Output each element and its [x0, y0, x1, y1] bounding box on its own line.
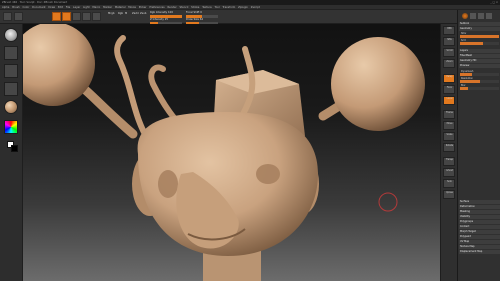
edit-mode-button[interactable] [52, 12, 61, 21]
scale-label: Scale [446, 133, 453, 136]
menu-item[interactable]: Stroke [191, 6, 199, 9]
menu-item[interactable]: Zscript [251, 6, 260, 9]
section-uv-map[interactable]: UV Map [459, 240, 500, 244]
zadd-toggle[interactable]: Zadd [132, 12, 139, 16]
left-shelf [0, 24, 23, 281]
rotate-label: Rotate [445, 144, 454, 147]
menu-item[interactable]: Zplugin [238, 6, 248, 9]
subtool-icon[interactable] [470, 13, 476, 19]
menu-item[interactable]: Movie [128, 6, 136, 9]
section-geometry-hd[interactable]: Geometry HD [459, 59, 500, 63]
rotate-mode-button[interactable] [92, 12, 101, 21]
persp-label: Persp [446, 75, 453, 78]
solo-label: Solo [447, 180, 452, 183]
section-masking[interactable]: Masking [459, 210, 500, 214]
menu-item[interactable]: Texture [202, 6, 212, 9]
draw-mode-button[interactable] [62, 12, 71, 21]
section-contact[interactable]: Contact [459, 225, 500, 229]
section-layers[interactable]: Layers [459, 49, 500, 53]
zoom-label: Zoom [446, 60, 453, 63]
blur-fill [460, 87, 468, 90]
secondary-color-swatch[interactable] [11, 145, 18, 152]
xpose-label: Xpose [446, 191, 453, 194]
tool-thumbnail-icon[interactable] [462, 13, 468, 19]
zsphere-icon[interactable] [486, 13, 492, 19]
move-mode-button[interactable] [72, 12, 81, 21]
menu-item[interactable]: Macro [92, 6, 100, 9]
floor-label: Floor [446, 86, 453, 89]
frame-label: Frame [446, 111, 453, 114]
brush-icon[interactable] [4, 28, 18, 42]
resolution-slider[interactable] [460, 80, 499, 83]
section-geometry[interactable]: Geometry [459, 27, 500, 31]
color-picker[interactable] [4, 120, 18, 134]
smt-fill [460, 42, 484, 45]
bpr-label: BPR [447, 27, 452, 30]
move-label: Move [446, 122, 453, 125]
spix-label: SPix [447, 38, 452, 41]
blur-slider[interactable] [460, 87, 499, 90]
m-toggle[interactable]: M [125, 12, 127, 16]
head [132, 112, 319, 256]
sculpt-viewport [23, 24, 425, 281]
resolution-fill [460, 80, 480, 83]
section-polygroups[interactable]: Polygroups [459, 220, 500, 224]
left-ear-sphere [23, 24, 138, 139]
material-icon[interactable] [4, 100, 18, 114]
section-deformation[interactable]: Deformation [459, 205, 500, 209]
section-preview[interactable]: Preview [459, 64, 500, 68]
section-displacement-map[interactable]: Displacement Map [459, 250, 500, 254]
smt-slider[interactable] [460, 42, 499, 45]
menu-item[interactable]: Color [23, 6, 30, 9]
transp-label: Transp [445, 158, 454, 161]
rgb-toggle[interactable]: Rgb [118, 12, 123, 16]
document-canvas[interactable] [23, 24, 440, 281]
sdiv-slider[interactable] [460, 35, 499, 38]
top-shelf: Mrgb Rgb M Zadd Zsub Rgb Intensity 100 Z… [0, 10, 500, 25]
tool-palette-tray: Subtool Geometry SDiv Smt Layers FiberMe… [457, 10, 500, 281]
viewport[interactable] [23, 24, 440, 281]
right-ear-sphere [318, 37, 425, 131]
brush-cursor [378, 192, 398, 212]
sdiv-fill [460, 35, 499, 38]
menu-item[interactable]: Layer [73, 6, 80, 9]
section-fibermesh[interactable]: FiberMesh [459, 54, 500, 58]
menu-item[interactable]: Picker [139, 6, 147, 9]
mrgb-toggle[interactable]: Mrgb [108, 12, 115, 16]
ghost-label: Ghost [446, 169, 453, 172]
alpha-icon[interactable] [4, 64, 18, 78]
menu-item[interactable]: Marker [103, 6, 112, 9]
section-texture-map[interactable]: Texture Map [459, 245, 500, 249]
dynamesh-fill [460, 73, 472, 76]
polymesh-icon[interactable] [478, 13, 484, 19]
menu-item[interactable]: Material [115, 6, 126, 9]
texture-icon[interactable] [4, 82, 18, 96]
section-polypaint[interactable]: Polypaint [459, 235, 500, 239]
local-label: Local [446, 97, 453, 100]
right-shelf: BPR SPix Scroll Zoom Persp Floor Local F… [440, 24, 457, 281]
menu-item[interactable]: Brush [12, 6, 20, 9]
menu-item[interactable]: Render [167, 6, 176, 9]
stroke-icon[interactable] [4, 46, 18, 60]
zsub-toggle[interactable]: Zsub [140, 12, 146, 16]
section-subtool[interactable]: Subtool [459, 22, 500, 26]
menu-item[interactable]: Document [32, 6, 45, 9]
menu-item[interactable]: Tool [215, 6, 220, 9]
dynamesh-slider[interactable] [460, 73, 499, 76]
section-morph-target[interactable]: Morph Target [459, 230, 500, 234]
menu-item[interactable]: File [66, 6, 70, 9]
scroll-label: Scroll [446, 49, 453, 52]
menu-item[interactable]: Preferences [149, 6, 164, 9]
menu-item[interactable]: Transform [222, 6, 235, 9]
lightbox-button[interactable] [14, 12, 23, 21]
menu-item[interactable]: Draw [48, 6, 55, 9]
section-visibility[interactable]: Visibility [459, 215, 500, 219]
menu-item[interactable]: Light [83, 6, 89, 9]
projection-master-button[interactable] [3, 12, 12, 21]
menu-item[interactable]: Stencil [180, 6, 189, 9]
section-surface[interactable]: Surface [459, 200, 500, 204]
menu-item[interactable]: Alpha [2, 6, 9, 9]
menu-item[interactable]: Edit [58, 6, 63, 9]
scale-mode-button[interactable] [82, 12, 91, 21]
